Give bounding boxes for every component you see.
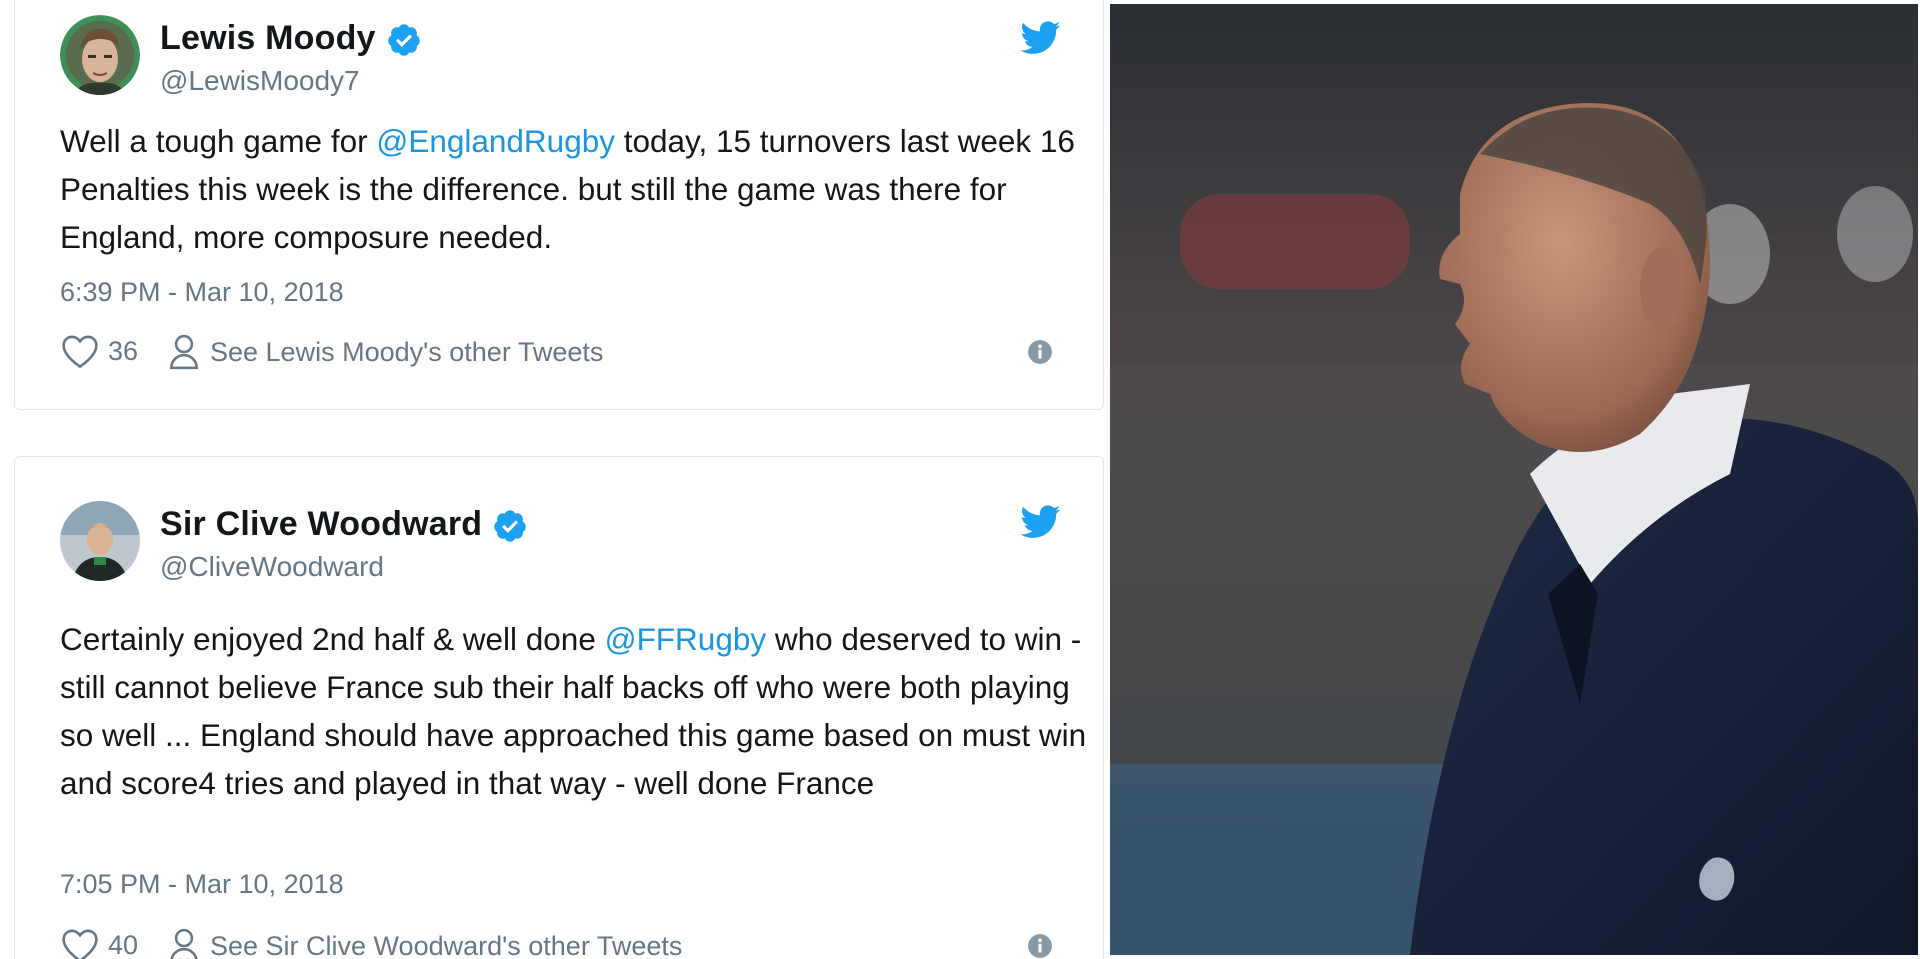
person-icon — [170, 928, 198, 959]
info-icon[interactable] — [1027, 933, 1053, 959]
like-count: 40 — [108, 929, 139, 959]
like-button[interactable]: 40 — [60, 927, 138, 959]
tweet-text-part: Certainly enjoyed 2nd half & well done — [60, 621, 605, 657]
see-other-tweets-label: See Sir Clive Woodward's other Tweets — [210, 930, 683, 959]
info-icon[interactable] — [1027, 339, 1053, 365]
see-other-tweets-link[interactable]: See Sir Clive Woodward's other Tweets — [168, 927, 682, 959]
person-icon — [170, 334, 198, 370]
tweet-text: Certainly enjoyed 2nd half & well done @… — [60, 615, 1090, 807]
like-count: 36 — [108, 335, 139, 366]
mention-link[interactable]: @FFRugby — [605, 621, 767, 657]
avatar[interactable] — [60, 15, 140, 95]
tweet-card: Sir Clive Woodward @CliveWoodward Certai… — [14, 456, 1104, 959]
see-other-tweets-label: See Lewis Moody's other Tweets — [210, 336, 604, 367]
handle[interactable]: @LewisMoody7 — [160, 65, 360, 97]
like-button[interactable]: 36 — [60, 333, 138, 369]
timestamp[interactable]: 7:05 PM - Mar 10, 2018 — [60, 869, 344, 900]
display-name-text[interactable]: Lewis Moody — [160, 19, 376, 57]
tweet-actions: 36 See Lewis Moody's other Tweets — [60, 333, 1063, 373]
heart-icon — [62, 335, 98, 369]
tweet-actions: 40 See Sir Clive Woodward's other Tweets — [60, 927, 1063, 959]
display-name[interactable]: Sir Clive Woodward — [160, 505, 528, 544]
tweets-column: Lewis Moody @LewisMoody7 Well a tough ga… — [0, 0, 1108, 959]
handle[interactable]: @CliveWoodward — [160, 551, 384, 583]
coach-photo-image — [1110, 4, 1918, 955]
timestamp[interactable]: 6:39 PM - Mar 10, 2018 — [60, 277, 344, 308]
avatar[interactable] — [60, 501, 140, 581]
coach-photo — [1110, 4, 1918, 955]
twitter-bird-icon[interactable] — [1021, 505, 1061, 539]
display-name-text[interactable]: Sir Clive Woodward — [160, 505, 482, 543]
twitter-bird-icon[interactable] — [1021, 21, 1061, 55]
heart-icon — [62, 929, 98, 959]
mention-link[interactable]: @EnglandRugby — [376, 123, 615, 159]
tweet-text: Well a tough game for @EnglandRugby toda… — [60, 117, 1090, 261]
verified-badge-icon — [387, 24, 420, 56]
tweet-card: Lewis Moody @LewisMoody7 Well a tough ga… — [14, 0, 1104, 410]
verified-badge-icon — [494, 510, 527, 542]
display-name[interactable]: Lewis Moody — [160, 19, 422, 58]
tweet-text-part: Well a tough game for — [60, 123, 377, 159]
see-other-tweets-link[interactable]: See Lewis Moody's other Tweets — [168, 333, 603, 371]
